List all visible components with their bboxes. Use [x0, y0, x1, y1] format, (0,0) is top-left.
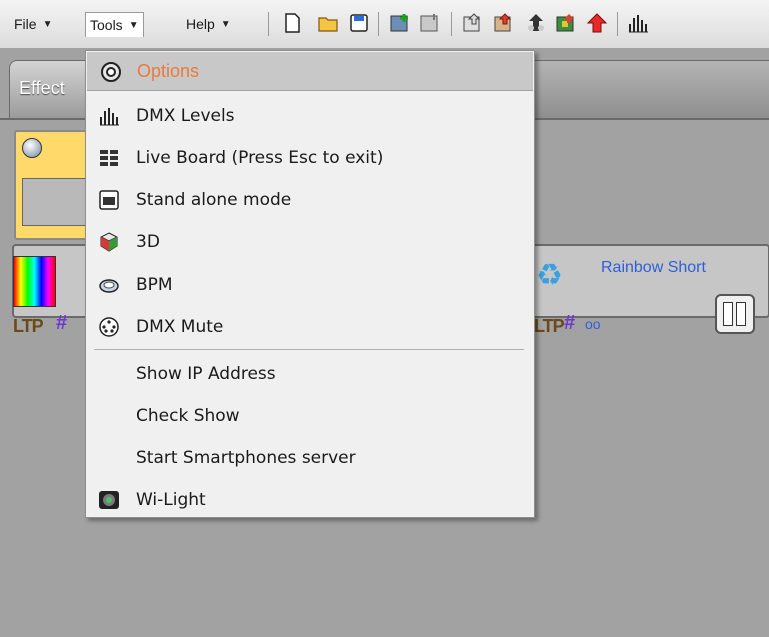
- import-icon[interactable]: [462, 12, 484, 34]
- menu-divider: [94, 349, 524, 350]
- menu-item-live-board[interactable]: Live Board (Press Esc to exit): [86, 144, 532, 174]
- ltp-badge: LTP: [534, 316, 565, 336]
- dmx-mute-icon: [98, 316, 120, 338]
- live-board-icon: [98, 147, 120, 169]
- fader-icon: [736, 302, 746, 326]
- menu-item-dmx-mute[interactable]: DMX Mute: [86, 313, 532, 343]
- menu-item-wi-light[interactable]: Wi-Light: [86, 486, 532, 516]
- chevron-down-icon: ▼: [220, 18, 231, 30]
- open-folder-icon[interactable]: [317, 12, 339, 34]
- menu-tools[interactable]: Tools ▼: [85, 12, 144, 37]
- add-scene-icon[interactable]: [389, 12, 411, 34]
- menu-item-options[interactable]: Options: [87, 52, 533, 91]
- menu-item-label: Live Board (Press Esc to exit): [136, 148, 384, 168]
- ltp-badge: LTP: [13, 316, 44, 336]
- fader-icon: [723, 302, 733, 326]
- hash-icon: #: [564, 312, 576, 334]
- stand-alone-icon: [98, 189, 120, 211]
- toolbar-divider: [451, 12, 452, 36]
- recycle-icon: ♻: [536, 259, 563, 292]
- menu-item-label: Wi-Light: [136, 490, 206, 510]
- tab-effects[interactable]: Effect: [9, 60, 97, 119]
- hash-icon: #: [56, 312, 68, 334]
- menu-item-label: Show IP Address: [136, 364, 276, 384]
- menu-item-label: DMX Mute: [136, 317, 224, 337]
- menu-item-label: 3D: [136, 232, 160, 252]
- dmx-levels-icon[interactable]: [627, 12, 649, 34]
- menu-item-label: Stand alone mode: [136, 190, 292, 210]
- export-icon[interactable]: [493, 12, 515, 34]
- menu-toolbar: File ▼ Tools ▼ Help ▼: [0, 0, 769, 49]
- menu-item-label: Start Smartphones server: [136, 448, 356, 468]
- menu-file[interactable]: File ▼: [14, 13, 52, 35]
- menu-tools-label: Tools: [90, 17, 123, 33]
- fader-button[interactable]: [715, 294, 755, 334]
- effect-counter: oo: [585, 316, 601, 332]
- scene-icon[interactable]: [419, 12, 441, 34]
- 3d-cube-icon: [98, 231, 120, 253]
- red-arrow-up-icon[interactable]: [586, 12, 608, 34]
- upload-icon[interactable]: [525, 12, 547, 34]
- menu-file-label: File: [14, 16, 37, 32]
- menu-help[interactable]: Help ▼: [186, 13, 231, 35]
- wi-light-icon: [98, 489, 120, 511]
- menu-item-label: DMX Levels: [136, 106, 235, 126]
- menu-item-label: Options: [137, 61, 200, 81]
- bpm-icon: [98, 274, 120, 296]
- tools-menu-dropdown: Options DMX Levels Live Board (Press Esc…: [85, 50, 535, 518]
- eject-icon[interactable]: [22, 138, 42, 158]
- toolbar-divider: [268, 12, 269, 36]
- menu-item-bpm[interactable]: BPM: [86, 271, 532, 301]
- menu-item-label: BPM: [136, 275, 173, 295]
- menu-item-show-ip[interactable]: Show IP Address: [86, 360, 532, 390]
- menu-item-stand-alone[interactable]: Stand alone mode: [86, 186, 532, 216]
- menu-item-3d[interactable]: 3D: [86, 228, 532, 258]
- effect-title[interactable]: Rainbow Short: [601, 259, 706, 277]
- toolbar-divider: [378, 12, 379, 36]
- gear-icon: [99, 60, 123, 89]
- new-document-icon[interactable]: [281, 12, 303, 34]
- dmx-levels-icon: [98, 105, 120, 127]
- tab-effects-label: Effect: [19, 78, 65, 98]
- rainbow-gradient-icon: [13, 256, 56, 307]
- menu-item-smartphones-server[interactable]: Start Smartphones server: [86, 444, 532, 474]
- save-icon[interactable]: [348, 12, 370, 34]
- toolbar-divider: [617, 12, 618, 36]
- chevron-down-icon: ▼: [42, 18, 53, 30]
- chevron-down-icon: ▼: [128, 19, 139, 31]
- menu-item-label: Check Show: [136, 406, 240, 426]
- menu-item-check-show[interactable]: Check Show: [86, 402, 532, 432]
- menu-item-dmx-levels[interactable]: DMX Levels: [86, 102, 532, 132]
- tab-other[interactable]: [533, 60, 769, 119]
- menu-help-label: Help: [186, 16, 215, 32]
- color-scene-icon[interactable]: [555, 12, 577, 34]
